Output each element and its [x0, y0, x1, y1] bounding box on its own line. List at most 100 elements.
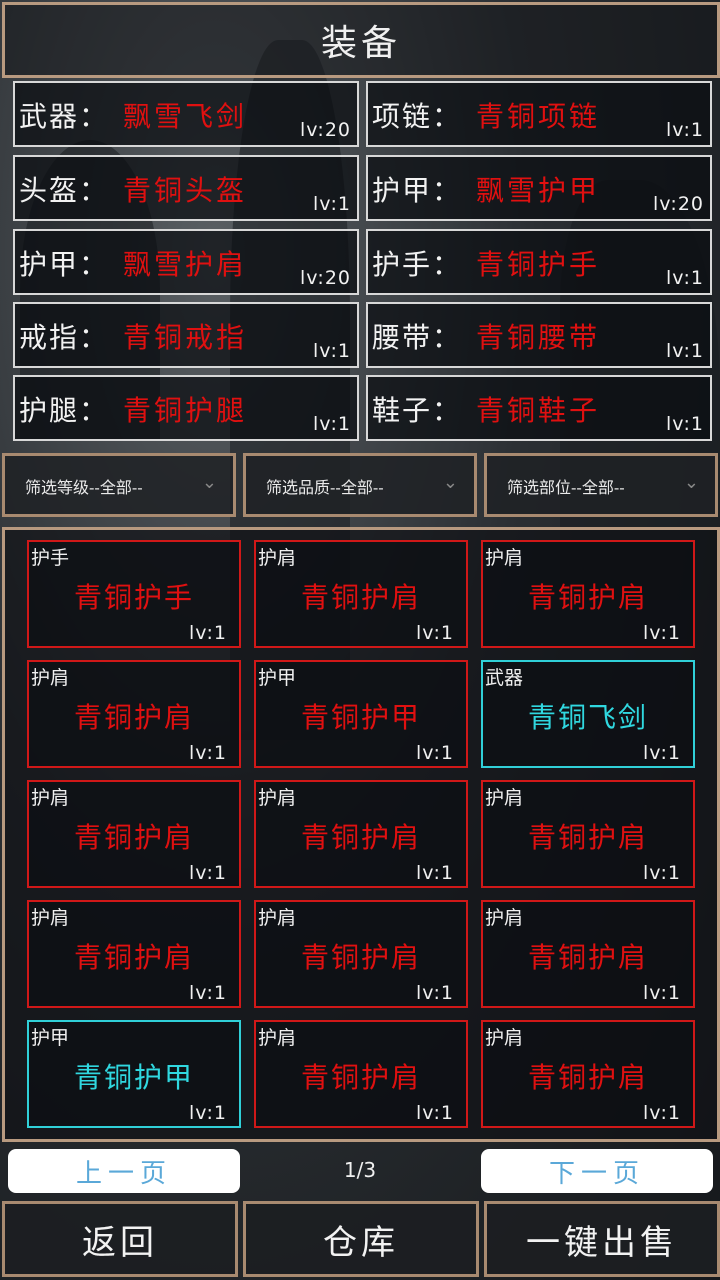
item-level: lv:1: [189, 1102, 227, 1124]
item-type: 护肩: [258, 547, 297, 569]
equip-slot-shoes[interactable]: 鞋子： 青铜鞋子 lv:1: [366, 375, 712, 441]
item-name: 青铜护肩: [300, 941, 421, 974]
item-level: lv:1: [416, 862, 454, 884]
item-level: lv:1: [643, 862, 681, 884]
item-level: lv:1: [189, 982, 227, 1004]
back-button[interactable]: 返回: [2, 1201, 238, 1277]
item-name: 青铜护肩: [527, 821, 648, 854]
item-level: lv:1: [189, 862, 227, 884]
item-level: lv:1: [189, 742, 227, 764]
slot-label: 腰带：: [372, 321, 463, 354]
item-level: lv:1: [643, 982, 681, 1004]
item-name: 青铜护肩: [527, 581, 648, 614]
equip-slot-ring[interactable]: 戒指： 青铜戒指 lv:1: [13, 302, 359, 368]
item-type: 护肩: [258, 907, 297, 929]
item-name: 青铜护甲: [73, 1061, 194, 1094]
item-type: 护肩: [485, 907, 524, 929]
item-name: 青铜护肩: [527, 1061, 648, 1094]
inventory-item[interactable]: 护肩 青铜护肩 lv:1: [254, 780, 468, 888]
inventory-item[interactable]: 护甲 青铜护甲 lv:1: [27, 1020, 241, 1128]
slot-item-name: 青铜头盔: [123, 174, 248, 207]
slot-item-name: 飘雪护甲: [476, 174, 601, 207]
inventory-item[interactable]: 护肩 青铜护肩 lv:1: [481, 1020, 695, 1128]
slot-item-name: 青铜腰带: [476, 321, 601, 354]
equip-slot-helmet[interactable]: 头盔： 青铜头盔 lv:1: [13, 155, 359, 221]
item-name: 青铜护甲: [300, 701, 421, 734]
item-type: 武器: [485, 667, 524, 689]
equip-slot-legs[interactable]: 护腿： 青铜护腿 lv:1: [13, 375, 359, 441]
slot-item-name: 青铜戒指: [123, 321, 248, 354]
slot-level: lv:1: [313, 340, 351, 362]
inventory-item[interactable]: 护肩 青铜护肩 lv:1: [254, 900, 468, 1008]
filter-label: 筛选部位--全部--: [507, 478, 625, 497]
filter-label: 筛选品质--全部--: [266, 478, 384, 497]
slot-level: lv:20: [299, 267, 351, 289]
inventory-item[interactable]: 护肩 青铜护肩 lv:1: [27, 780, 241, 888]
slot-label: 项链：: [372, 100, 463, 133]
slot-item-name: 青铜项链: [476, 100, 601, 133]
item-name: 青铜护肩: [300, 581, 421, 614]
equip-slot-weapon[interactable]: 武器： 飘雪飞剑 lv:20: [13, 81, 359, 147]
inventory-item[interactable]: 护甲 青铜护甲 lv:1: [254, 660, 468, 768]
slot-item-name: 青铜鞋子: [476, 394, 601, 427]
warehouse-button[interactable]: 仓库: [243, 1201, 479, 1277]
item-type: 护肩: [31, 787, 70, 809]
slot-label: 护腿：: [19, 394, 110, 427]
slot-level: lv:1: [666, 413, 704, 435]
item-level: lv:1: [189, 622, 227, 644]
slot-label: 戒指：: [19, 321, 110, 354]
item-name: 青铜飞剑: [527, 701, 648, 734]
next-page-button[interactable]: 下一页: [481, 1149, 713, 1193]
slot-level: lv:20: [652, 193, 704, 215]
item-level: lv:1: [643, 742, 681, 764]
slot-label: 护手：: [372, 248, 463, 281]
inventory-item[interactable]: 护肩 青铜护肩 lv:1: [254, 1020, 468, 1128]
slot-level: lv:1: [313, 413, 351, 435]
item-type: 护甲: [31, 1027, 70, 1049]
item-type: 护肩: [485, 787, 524, 809]
slot-item-name: 飘雪护肩: [123, 248, 248, 281]
slot-level: lv:1: [666, 267, 704, 289]
inventory-item[interactable]: 护肩 青铜护肩 lv:1: [27, 660, 241, 768]
item-type: 护肩: [31, 667, 70, 689]
item-type: 护肩: [485, 547, 524, 569]
slot-label: 头盔：: [19, 174, 110, 207]
item-type: 护甲: [258, 667, 297, 689]
filter-quality-dropdown[interactable]: 筛选品质--全部-- ⌄: [243, 453, 477, 517]
slot-label: 护甲：: [19, 248, 110, 281]
item-type: 护肩: [31, 907, 70, 929]
chevron-down-icon: ⌄: [442, 472, 458, 493]
item-name: 青铜护肩: [300, 1061, 421, 1094]
prev-page-button[interactable]: 上一页: [8, 1149, 240, 1193]
item-name: 青铜护肩: [73, 941, 194, 974]
slot-level: lv:1: [313, 193, 351, 215]
item-name: 青铜护肩: [73, 821, 194, 854]
inventory-item[interactable]: 护肩 青铜护肩 lv:1: [481, 540, 695, 648]
sell-all-button[interactable]: 一键出售: [484, 1201, 720, 1277]
equip-slot-necklace[interactable]: 项链： 青铜项链 lv:1: [366, 81, 712, 147]
inventory-item[interactable]: 护肩 青铜护肩 lv:1: [254, 540, 468, 648]
equip-slot-shoulder[interactable]: 护甲： 飘雪护肩 lv:20: [13, 229, 359, 295]
item-level: lv:1: [416, 742, 454, 764]
chevron-down-icon: ⌄: [201, 472, 217, 493]
item-name: 青铜护手: [73, 581, 194, 614]
filter-level-dropdown[interactable]: 筛选等级--全部-- ⌄: [2, 453, 236, 517]
filter-slot-dropdown[interactable]: 筛选部位--全部-- ⌄: [484, 453, 718, 517]
inventory-item[interactable]: 武器 青铜飞剑 lv:1: [481, 660, 695, 768]
inventory-item[interactable]: 护肩 青铜护肩 lv:1: [481, 900, 695, 1008]
slot-label: 护甲：: [372, 174, 463, 207]
equip-slot-belt[interactable]: 腰带： 青铜腰带 lv:1: [366, 302, 712, 368]
item-name: 青铜护肩: [527, 941, 648, 974]
equip-slot-gloves[interactable]: 护手： 青铜护手 lv:1: [366, 229, 712, 295]
slot-level: lv:1: [666, 119, 704, 141]
item-level: lv:1: [643, 1102, 681, 1124]
item-name: 青铜护肩: [300, 821, 421, 854]
slot-item-name: 青铜护腿: [123, 394, 248, 427]
item-type: 护肩: [485, 1027, 524, 1049]
equip-slot-armor[interactable]: 护甲： 飘雪护甲 lv:20: [366, 155, 712, 221]
slot-item-name: 飘雪飞剑: [123, 100, 248, 133]
inventory-item[interactable]: 护肩 青铜护肩 lv:1: [481, 780, 695, 888]
inventory-item[interactable]: 护手 青铜护手 lv:1: [27, 540, 241, 648]
page-title: 装备: [2, 2, 720, 78]
inventory-item[interactable]: 护肩 青铜护肩 lv:1: [27, 900, 241, 1008]
